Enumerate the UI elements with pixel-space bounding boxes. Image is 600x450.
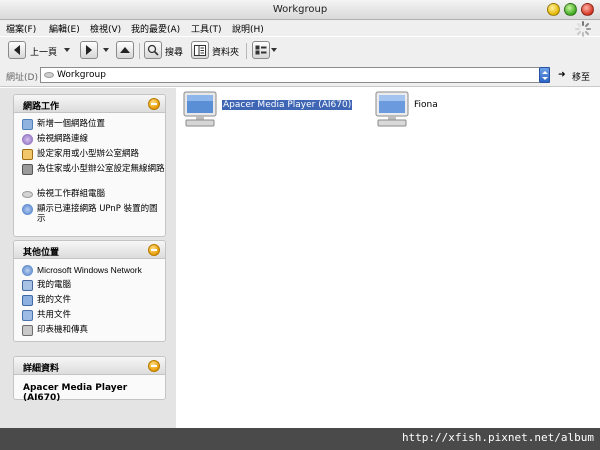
watermark-text: http://xfish.pixnet.net/album	[401, 431, 594, 444]
menu-bar: 檔案(F) 編輯(E) 檢視(V) 我的最愛(A) 工具(T) 說明(H)	[0, 20, 600, 36]
title-bar: Workgroup	[0, 0, 600, 20]
folders-label[interactable]: 資料夾	[212, 45, 239, 58]
task-wireless-setup[interactable]: 為住家或小型辦公室設定無線網路	[22, 164, 165, 175]
task-view-connections[interactable]: 檢視網路連線	[22, 134, 165, 145]
menu-tools[interactable]: 工具(T)	[191, 22, 222, 35]
forward-dropdown-icon[interactable]	[103, 48, 109, 52]
my-documents-icon	[22, 295, 33, 306]
toolbar-separator	[139, 43, 140, 59]
upnp-devices-icon	[22, 204, 33, 215]
panel-title: 詳細資料	[23, 364, 60, 374]
address-label: 網址(D)	[6, 73, 38, 83]
view-mode-button[interactable]	[252, 41, 270, 59]
collapse-icon[interactable]	[148, 360, 160, 372]
collapse-icon[interactable]	[148, 244, 160, 256]
go-button[interactable]: 移至	[572, 70, 590, 83]
task-view-workgroup[interactable]: 檢視工作群組電腦	[22, 189, 165, 199]
forward-arrow-icon	[86, 45, 92, 55]
place-my-documents[interactable]: 我的文件	[22, 295, 165, 306]
back-dropdown-icon[interactable]	[64, 48, 70, 52]
computer-icon	[183, 91, 217, 127]
details-panel: 詳細資料 Apacer Media Player (AI670)	[13, 356, 166, 403]
forward-button[interactable]	[80, 41, 98, 59]
details-header[interactable]: 詳細資料	[14, 357, 165, 375]
folders-button[interactable]	[191, 41, 209, 59]
folders-icon	[194, 44, 206, 56]
up-arrow-icon	[120, 47, 130, 53]
home-network-setup-icon	[22, 149, 33, 160]
back-button[interactable]	[8, 41, 26, 59]
search-button[interactable]	[144, 41, 162, 59]
place-windows-network[interactable]: Microsoft Windows Network	[22, 265, 165, 276]
computer-name-label: Apacer Media Player (AI670)	[222, 100, 353, 110]
menu-file[interactable]: 檔案(F)	[6, 22, 36, 35]
file-view: Apacer Media Player (AI670) Fiona	[176, 88, 600, 428]
menu-edit[interactable]: 編輯(E)	[49, 22, 80, 35]
collapse-icon[interactable]	[148, 98, 160, 110]
back-arrow-icon	[14, 45, 20, 55]
wireless-setup-icon	[22, 164, 33, 175]
task-add-network-place[interactable]: 新增一個網路位置	[22, 119, 165, 130]
task-show-upnp[interactable]: 顯示已連接網路 UPnP 裝置的圖示	[22, 204, 165, 224]
watermark-bar: http://xfish.pixnet.net/album	[0, 428, 600, 450]
other-places-header[interactable]: 其他位置	[14, 241, 165, 259]
other-places-panel: 其他位置 Microsoft Windows Network 我的電腦 我的文件…	[13, 240, 166, 342]
search-icon	[147, 44, 159, 56]
network-tasks-header[interactable]: 網路工作	[14, 95, 165, 113]
place-printers-faxes[interactable]: 印表機和傳真	[22, 325, 165, 336]
windows-network-icon	[22, 265, 33, 276]
workgroup-icon	[44, 72, 54, 78]
view-mode-icon	[255, 45, 267, 55]
close-button[interactable]	[581, 3, 594, 16]
shared-documents-icon	[22, 310, 33, 321]
details-selected-name: Apacer Media Player (AI670)	[23, 383, 128, 403]
up-folder-button[interactable]	[116, 41, 134, 59]
maximize-button[interactable]	[564, 3, 577, 16]
network-connections-icon	[22, 134, 33, 145]
computer-name-label: Fiona	[414, 100, 438, 110]
computer-icon	[375, 91, 409, 127]
task-pane: 網路工作 新增一個網路位置 檢視網路連線 設定家用或小型辦公室網路 為住家或小型…	[0, 88, 176, 428]
address-input[interactable]: Workgroup	[40, 67, 550, 83]
menu-help[interactable]: 說明(H)	[232, 22, 264, 35]
network-tasks-panel: 網路工作 新增一個網路位置 檢視網路連線 設定家用或小型辦公室網路 為住家或小型…	[13, 94, 166, 237]
menu-view[interactable]: 檢視(V)	[90, 22, 121, 35]
panel-title: 其他位置	[23, 248, 60, 258]
back-label: 上一頁	[30, 48, 58, 58]
menu-favorites[interactable]: 我的最愛(A)	[131, 22, 180, 35]
search-label[interactable]: 搜尋	[165, 45, 183, 58]
address-bar: 網址(D) Workgroup ➜ 移至	[0, 63, 600, 87]
view-mode-dropdown-icon[interactable]	[271, 48, 277, 52]
toolbar-separator	[246, 43, 247, 59]
minimize-button[interactable]	[547, 3, 560, 16]
task-home-network-setup[interactable]: 設定家用或小型辦公室網路	[22, 149, 165, 160]
place-shared-documents[interactable]: 共用文件	[22, 310, 165, 321]
address-dropdown-button[interactable]	[539, 67, 550, 83]
go-arrow-icon[interactable]: ➜	[558, 70, 566, 80]
printers-faxes-icon	[22, 325, 33, 336]
address-value: Workgroup	[57, 70, 106, 80]
panel-title: 網路工作	[23, 102, 60, 112]
loading-throbber-icon	[575, 21, 591, 37]
my-computer-icon	[22, 280, 33, 291]
workgroup-computers-icon	[22, 191, 33, 198]
add-network-place-icon	[22, 119, 33, 130]
place-my-computer[interactable]: 我的電腦	[22, 280, 165, 291]
toolbar: 上一頁 搜尋 資料夾	[0, 37, 600, 63]
window-title: Workgroup	[272, 4, 328, 15]
